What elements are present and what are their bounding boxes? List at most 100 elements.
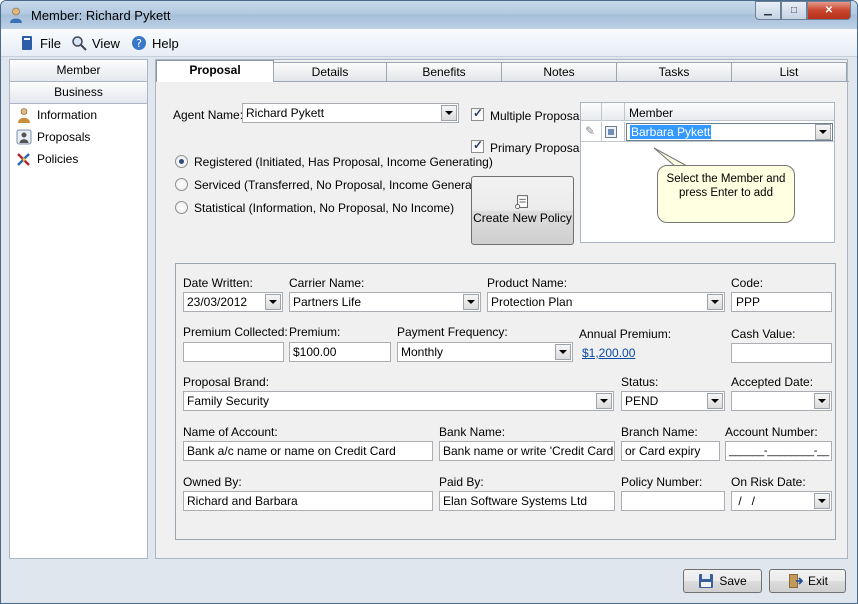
carrier-name-value: Partners Life [293,295,362,309]
left-item-proposals[interactable]: Proposals [10,126,147,148]
primary-proposal-checkbox[interactable] [471,138,484,153]
multiple-proposal-checkbox[interactable] [471,106,484,121]
date-written-picker[interactable]: 23/03/2012 [183,292,283,312]
radio-registered[interactable] [175,155,188,168]
title-bar: Member: Richard Pykett ▁ □ ✕ [1,1,857,29]
left-item-information[interactable]: Information [10,104,147,126]
scroll-icon [515,195,528,210]
member-select-value: Barbara Pykett [630,125,712,139]
file-icon [22,36,32,50]
branch-name-input[interactable]: or Card expiry [621,441,720,461]
premium-collected-input[interactable] [183,342,284,362]
account-number-input[interactable]: ______-________-__ [725,441,832,461]
cash-value-label: Cash Value: [731,327,796,341]
status-combo[interactable]: PEND [621,391,725,411]
menu-help-label: Help [152,35,179,51]
tab-proposal[interactable]: Proposal [156,60,274,82]
cash-value-input[interactable] [731,343,832,363]
product-name-combo[interactable]: Protection Plan [487,292,725,312]
member-hint-tooltip: Select the Member and press Enter to add [657,165,795,223]
agent-name-combo[interactable]: Richard Pykett [242,103,459,123]
chevron-down-icon[interactable] [596,393,612,409]
row-checkbox[interactable] [605,126,617,138]
chevron-down-icon[interactable] [463,294,479,310]
code-input[interactable]: PPP [731,292,832,312]
on-risk-date-picker[interactable]: / / [731,491,832,511]
member-grid-row[interactable]: ✎ Barbara Pykett [581,122,834,142]
menu-file-label: File [40,35,61,51]
bank-name-input[interactable]: Bank name or write 'Credit Card' [439,441,615,461]
create-new-policy-label: Create New Policy [473,211,572,225]
left-tab-member[interactable]: Member [10,60,147,82]
chevron-down-icon[interactable] [265,294,281,310]
member-column-header[interactable]: Member [629,106,673,120]
left-tab-business[interactable]: Business [10,82,147,104]
tab-strip: Proposal Details Benefits Notes Tasks Li… [156,60,849,82]
maximize-button[interactable]: □ [781,1,807,20]
exit-icon [788,574,803,588]
premium-label: Premium: [289,325,341,339]
policies-icon [17,153,30,166]
left-item-policies[interactable]: Policies [10,148,147,170]
radio-serviced-label: Serviced (Transferred, No Proposal, Inco… [194,178,496,192]
save-button[interactable]: Save [683,569,762,593]
exit-button[interactable]: Exit [769,569,846,593]
window-title: Member: Richard Pykett [31,8,171,23]
account-number-label: Account Number: [725,425,818,439]
menu-help[interactable]: ? Help [131,34,179,52]
primary-proposal-label: Primary Proposal [490,141,583,155]
owned-by-input[interactable]: Richard and Barbara [183,491,433,511]
payment-frequency-combo[interactable]: Monthly [397,342,573,362]
proposal-brand-label: Proposal Brand: [183,375,270,389]
owned-by-label: Owned By: [183,475,242,489]
chevron-down-icon[interactable] [707,294,723,310]
payment-frequency-value: Monthly [401,345,444,359]
chevron-down-icon[interactable] [707,393,723,409]
carrier-name-label: Carrier Name: [289,276,365,290]
app-window: Member: Richard Pykett ▁ □ ✕ File View ?… [0,0,858,604]
bank-name-label: Bank Name: [439,425,506,439]
tab-tasks[interactable]: Tasks [616,62,732,81]
member-select-combo[interactable]: Barbara Pykett [626,123,833,141]
account-name-input[interactable]: Bank a/c name or name on Credit Card [183,441,433,461]
proposals-icon [16,129,32,145]
proposal-brand-combo[interactable]: Family Security [183,391,614,411]
tab-details[interactable]: Details [273,62,387,81]
minimize-button[interactable]: ▁ [755,1,781,20]
save-button-label: Save [719,574,747,588]
menu-file[interactable]: File [19,34,61,52]
tab-benefits[interactable]: Benefits [386,62,502,81]
paid-by-input[interactable]: Elan Software Systems Ltd [439,491,615,511]
annual-premium-link[interactable]: $1,200.00 [582,346,635,360]
radio-serviced[interactable] [175,178,188,191]
left-navigation: Member Business Information Proposals Po… [9,59,148,559]
code-label: Code: [731,276,764,290]
chevron-down-icon[interactable] [815,124,831,140]
accepted-date-label: Accepted Date: [731,375,814,389]
menu-view[interactable]: View [71,34,120,52]
premium-input[interactable]: $100.00 [289,342,391,362]
chevron-down-icon[interactable] [814,393,830,409]
exit-button-label: Exit [807,574,828,588]
on-risk-date-value: / / [735,494,756,508]
chevron-down-icon[interactable] [814,493,830,509]
policy-number-input[interactable] [621,491,725,511]
product-name-value: Protection Plan [491,295,573,309]
chevron-down-icon[interactable] [555,344,571,360]
member-icon [10,7,22,23]
create-new-policy-button[interactable]: Create New Policy [471,176,574,245]
close-icon: ✕ [824,5,834,16]
chevron-down-icon[interactable] [441,105,457,121]
close-button[interactable]: ✕ [807,1,851,20]
proposal-brand-value: Family Security [187,394,270,408]
accepted-date-picker[interactable]: / / [731,391,832,411]
agent-name-label: Agent Name: [173,108,244,122]
policy-number-label: Policy Number: [621,475,703,489]
radio-statistical[interactable] [175,201,188,214]
carrier-name-combo[interactable]: Partners Life [289,292,481,312]
on-risk-date-label: On Risk Date: [731,475,806,489]
content-panel: Proposal Details Benefits Notes Tasks Li… [155,59,849,559]
tab-list[interactable]: List [731,62,847,81]
menu-bar: File View ? Help [1,29,857,57]
tab-notes[interactable]: Notes [501,62,617,81]
